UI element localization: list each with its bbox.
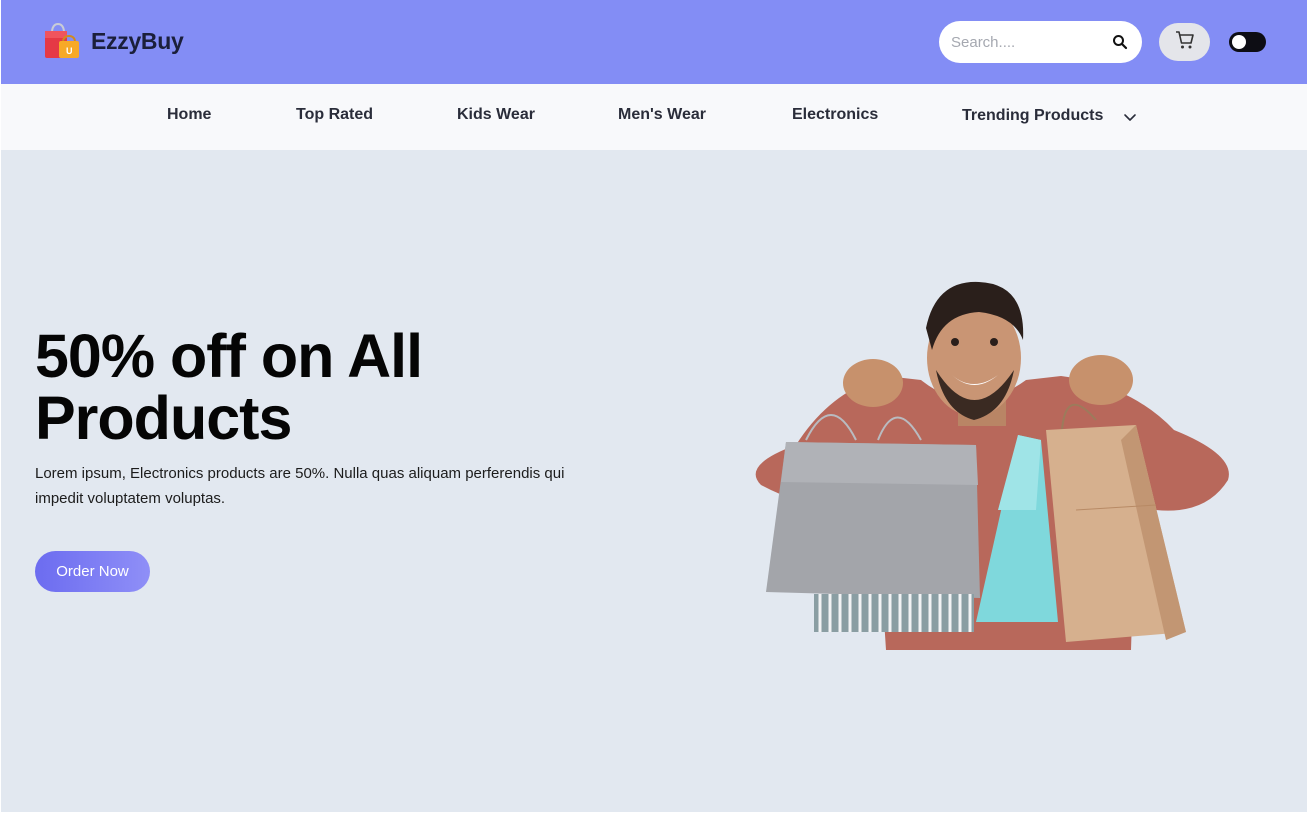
order-now-button[interactable]: Order Now	[35, 551, 150, 592]
main-nav: Home Top Rated Kids Wear Men's Wear Elec…	[1, 84, 1307, 150]
cart-icon	[1174, 30, 1196, 55]
hero-image	[736, 280, 1236, 650]
top-header: U EzzyBuy	[1, 0, 1307, 84]
brand-logo[interactable]: U EzzyBuy	[43, 22, 184, 60]
chevron-down-icon[interactable]	[1123, 110, 1137, 124]
nav-item-kids-wear[interactable]: Kids Wear	[457, 106, 535, 124]
brand-name: EzzyBuy	[91, 27, 184, 54]
search-input[interactable]	[951, 21, 1111, 63]
nav-item-mens-wear[interactable]: Men's Wear	[618, 106, 706, 124]
nav-item-trending-products[interactable]: Trending Products	[962, 107, 1103, 125]
toggle-knob	[1232, 35, 1246, 49]
dark-mode-toggle[interactable]	[1229, 32, 1266, 52]
shopping-bag-icon: U	[43, 22, 81, 60]
search-icon[interactable]	[1111, 33, 1129, 51]
page-bottom-edge	[0, 812, 1308, 816]
nav-item-electronics[interactable]: Electronics	[792, 106, 878, 124]
hero-description: Lorem ipsum, Electronics products are 50…	[35, 465, 565, 507]
hero-banner: 50% off on All Products Lorem ipsum, Ele…	[1, 150, 1307, 812]
hero-title: 50% off on All Products	[35, 322, 423, 452]
cart-button[interactable]	[1159, 23, 1210, 61]
svg-text:U: U	[66, 46, 73, 56]
nav-item-home[interactable]: Home	[167, 106, 211, 124]
nav-item-top-rated[interactable]: Top Rated	[296, 106, 373, 124]
search-box	[939, 21, 1142, 63]
